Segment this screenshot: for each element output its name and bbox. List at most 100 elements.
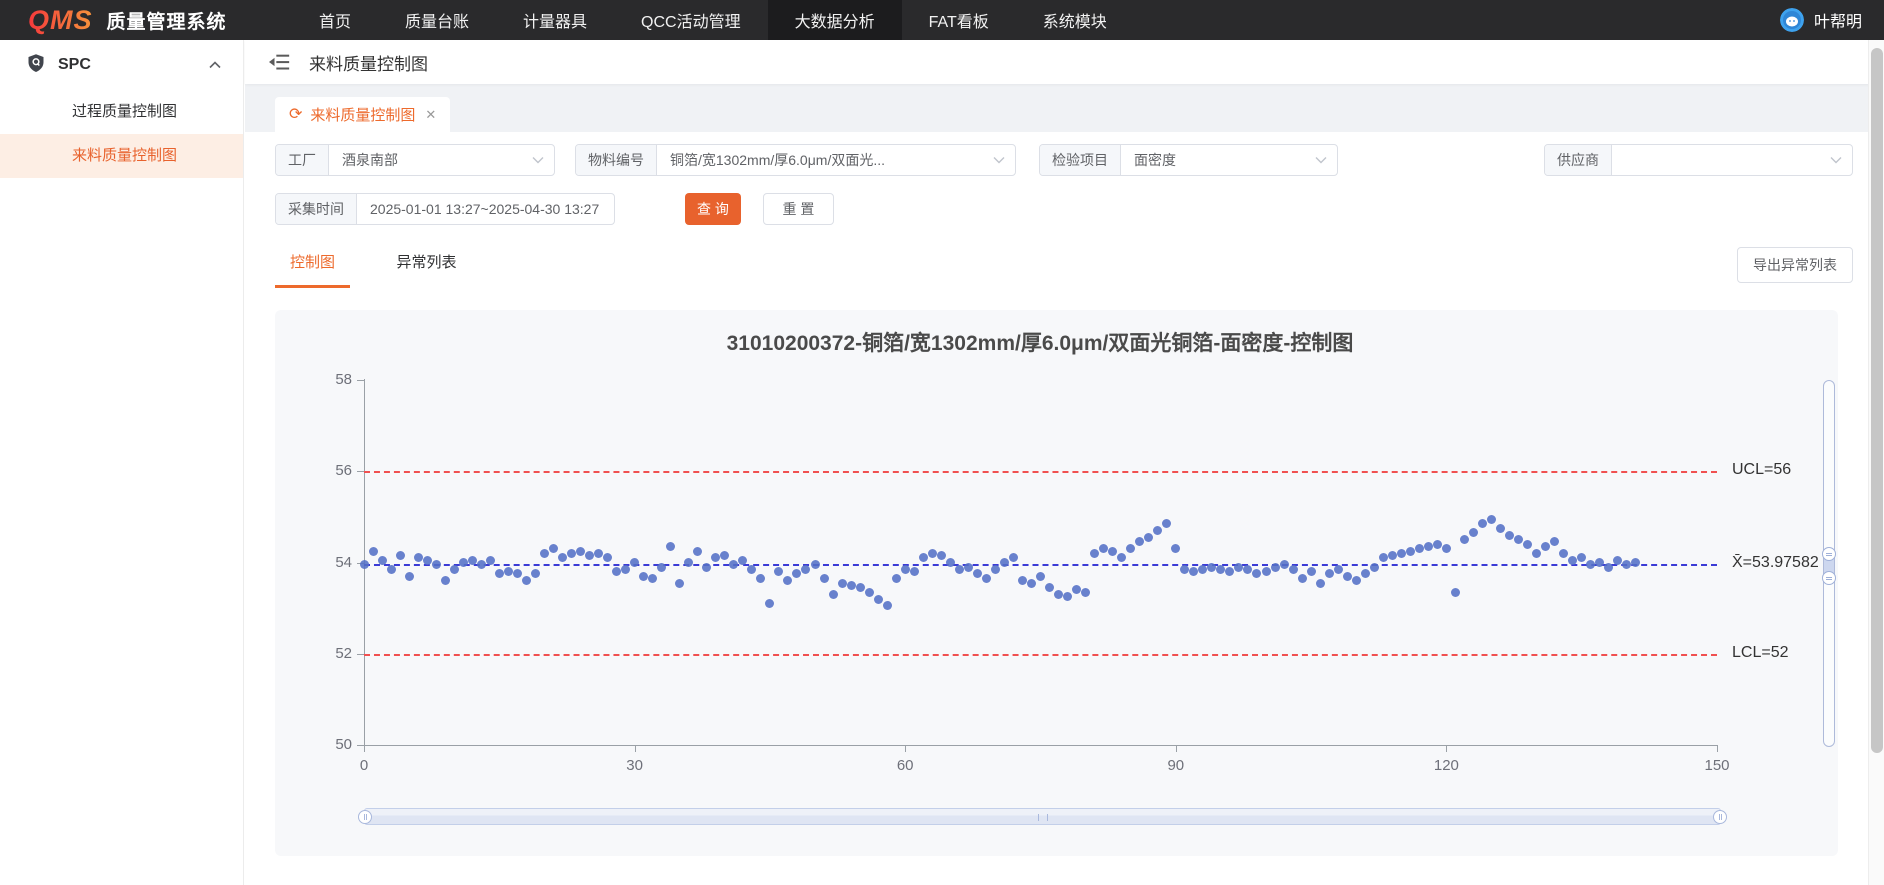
data-point <box>811 560 820 569</box>
data-point <box>1108 547 1117 556</box>
data-point <box>1622 560 1631 569</box>
brand: QMS 质量管理系统 <box>0 5 292 36</box>
reference-line <box>364 564 1717 566</box>
data-point <box>684 558 693 567</box>
data-point <box>1099 544 1108 553</box>
inspection-item-label: 检验项目 <box>1040 145 1121 175</box>
y-datazoom-slider[interactable] <box>1823 380 1835 747</box>
data-point <box>1631 558 1640 567</box>
nav-item-quality-ledger[interactable]: 质量台账 <box>378 0 496 40</box>
y-tick-label: 58 <box>316 371 352 388</box>
y-tick-label: 54 <box>316 554 352 571</box>
tag-tab-incoming-control-chart[interactable]: ⟳ 来料质量控制图 ✕ <box>275 97 450 132</box>
data-point <box>756 574 765 583</box>
x-tick-label: 150 <box>1697 757 1737 774</box>
data-point <box>585 551 594 560</box>
sidebar: SPC 过程质量控制图 来料质量控制图 <box>0 40 244 885</box>
x-axis-tick <box>1446 746 1447 752</box>
sidebar-item-incoming-control-chart[interactable]: 来料质量控制图 <box>0 134 243 178</box>
page-scrollbar[interactable] <box>1868 40 1884 885</box>
data-point <box>504 567 513 576</box>
data-point <box>621 565 630 574</box>
sidebar-group-spc[interactable]: SPC <box>0 40 243 90</box>
chevron-down-icon <box>532 145 554 175</box>
data-point <box>1234 563 1243 572</box>
data-point <box>369 547 378 556</box>
data-point <box>1334 565 1343 574</box>
data-point <box>1000 558 1009 567</box>
supplier-select[interactable]: 供应商 <box>1544 144 1853 176</box>
nav-item-home[interactable]: 首页 <box>292 0 378 40</box>
refresh-icon[interactable]: ⟳ <box>289 107 302 123</box>
chevron-up-icon <box>209 56 221 74</box>
data-point <box>1478 519 1487 528</box>
y-datazoom-handle-bottom[interactable] <box>1822 571 1836 585</box>
data-point <box>1225 567 1234 576</box>
inspection-item-value: 面密度 <box>1121 145 1315 175</box>
data-point <box>414 553 423 562</box>
x-axis-tick <box>1176 746 1177 752</box>
data-point <box>1252 569 1261 578</box>
x-datazoom-slider[interactable] <box>364 808 1721 825</box>
data-point <box>675 579 684 588</box>
collect-time-value: 2025-01-01 13:27~2025-04-30 13:27 <box>357 194 614 224</box>
tab-anomaly-list[interactable]: 异常列表 <box>396 251 456 285</box>
data-point <box>612 567 621 576</box>
navbar-user-area[interactable]: 叶帮明 <box>1780 8 1884 32</box>
tab-control-chart[interactable]: 控制图 <box>275 251 350 288</box>
nav-item-system[interactable]: 系统模块 <box>1016 0 1134 40</box>
y-datazoom-handle-top[interactable] <box>1822 547 1836 561</box>
data-point <box>1406 547 1415 556</box>
data-point <box>405 572 414 581</box>
data-point <box>1415 544 1424 553</box>
data-point <box>495 569 504 578</box>
nav-item-fat-board[interactable]: FAT看板 <box>902 0 1016 40</box>
x-datazoom-handle-right[interactable] <box>1713 810 1727 824</box>
tag-tab-label: 来料质量控制图 <box>310 104 415 125</box>
x-axis-tick <box>635 746 636 752</box>
collect-time-range-input[interactable]: 采集时间 2025-01-01 13:27~2025-04-30 13:27 <box>275 193 615 225</box>
nav-item-measuring-tools[interactable]: 计量器具 <box>496 0 614 40</box>
user-avatar-icon <box>1780 8 1804 32</box>
sidebar-item-process-control-chart[interactable]: 过程质量控制图 <box>0 90 243 134</box>
data-point <box>648 574 657 583</box>
data-point <box>603 553 612 562</box>
x-axis-line <box>364 745 1718 746</box>
tag-tabs-strip: ⟳ 来料质量控制图 ✕ <box>245 84 1884 132</box>
y-axis-tick <box>357 471 364 472</box>
data-point <box>1018 576 1027 585</box>
data-point <box>765 599 774 608</box>
filter-row-1: 工厂 酒泉南部 物料编号 铜箔/宽1302mm/厚6.0μm/双面光... 检验… <box>275 144 1853 176</box>
x-datazoom-grip[interactable] <box>1038 814 1048 821</box>
x-datazoom-handle-left[interactable] <box>358 810 372 824</box>
data-point <box>1216 565 1225 574</box>
scrollbar-thumb[interactable] <box>1871 48 1883 753</box>
data-point <box>1604 563 1613 572</box>
nav-item-bigdata[interactable]: 大数据分析 <box>768 0 902 40</box>
nav-menu: 首页 质量台账 计量器具 QCC活动管理 大数据分析 FAT看板 系统模块 <box>292 0 1134 40</box>
close-icon[interactable]: ✕ <box>425 107 436 123</box>
data-point <box>486 556 495 565</box>
data-point <box>1469 528 1478 537</box>
data-point <box>1189 567 1198 576</box>
data-point <box>747 565 756 574</box>
data-point <box>450 565 459 574</box>
data-point <box>874 595 883 604</box>
export-anomaly-list-button[interactable]: 导出异常列表 <box>1737 247 1853 283</box>
nav-item-qcc[interactable]: QCC活动管理 <box>614 0 768 40</box>
data-point <box>720 551 729 560</box>
data-point <box>820 574 829 583</box>
collapse-sidebar-icon[interactable] <box>269 52 291 72</box>
y-axis-tick <box>357 654 364 655</box>
material-code-select[interactable]: 物料编号 铜箔/宽1302mm/厚6.0μm/双面光... <box>575 144 1016 176</box>
factory-select[interactable]: 工厂 酒泉南部 <box>275 144 555 176</box>
top-navbar: QMS 质量管理系统 首页 质量台账 计量器具 QCC活动管理 大数据分析 FA… <box>0 0 1884 40</box>
reset-button[interactable]: 重 置 <box>763 193 834 225</box>
data-point <box>729 560 738 569</box>
inspection-item-select[interactable]: 检验项目 面密度 <box>1039 144 1338 176</box>
data-point <box>1352 576 1361 585</box>
query-button[interactable]: 查 询 <box>685 193 741 225</box>
data-point <box>549 544 558 553</box>
data-point <box>910 567 919 576</box>
data-point <box>937 551 946 560</box>
